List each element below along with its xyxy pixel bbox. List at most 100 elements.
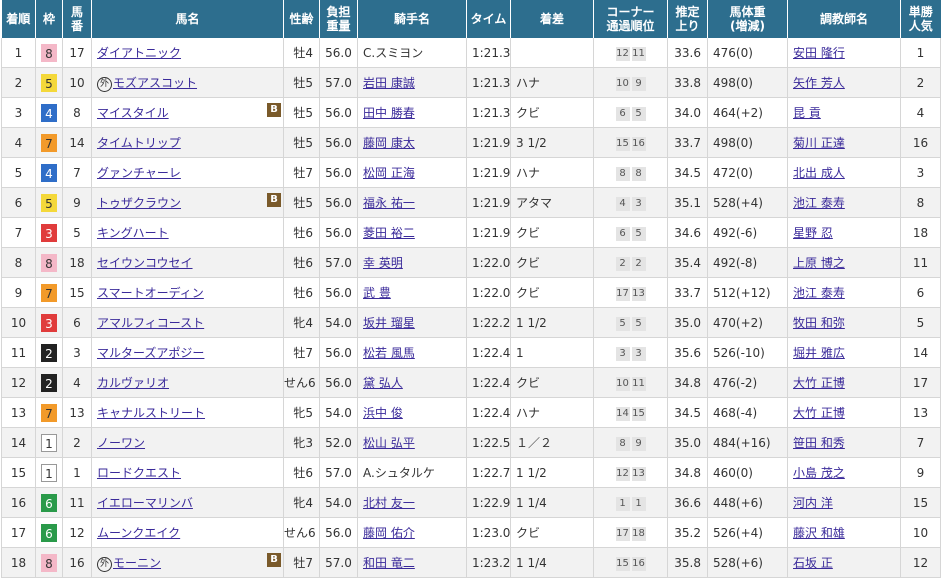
horse-name-link[interactable]: キングハート xyxy=(97,226,169,240)
sex-age-cell: 牡7 xyxy=(283,157,320,188)
header-trainer: 調教師名 xyxy=(787,0,901,38)
trainer-cell: 大竹 正博 xyxy=(787,367,901,398)
trainer-link[interactable]: 藤沢 和雄 xyxy=(793,526,845,540)
trainer-link[interactable]: 北出 成人 xyxy=(793,166,845,180)
race-time: 1:22.0 xyxy=(472,285,511,300)
horse-name-link[interactable]: モズアスコット xyxy=(113,76,197,90)
body-weight: 476(-2) xyxy=(713,375,758,390)
horse-name-link[interactable]: ムーンクエイク xyxy=(97,526,180,540)
corner-position: 10 xyxy=(615,76,630,91)
horse-name-link[interactable]: タイムトリップ xyxy=(97,136,181,150)
jockey-link[interactable]: 菱田 裕二 xyxy=(363,226,415,240)
horse-name-link[interactable]: ロードクエスト xyxy=(97,466,181,480)
horse-name-link[interactable]: モーニン xyxy=(113,556,161,570)
waku-cell: 5 xyxy=(35,67,63,98)
time-cell: 1:21.3 xyxy=(466,67,511,98)
horse-name-link[interactable]: カルヴァリオ xyxy=(97,376,169,390)
trainer-link[interactable]: 池江 泰寿 xyxy=(793,286,845,300)
weight-cell: 56.0 xyxy=(319,187,358,218)
jockey-link[interactable]: 黛 弘人 xyxy=(363,376,403,390)
horse-number-cell: 2 xyxy=(62,427,92,458)
horse-number: 1 xyxy=(73,465,81,480)
horse-name-link[interactable]: スマートオーディン xyxy=(97,286,204,300)
horse-number-cell: 3 xyxy=(62,337,92,368)
finish-margin: アタマ xyxy=(516,196,553,210)
sex-age: 牝5 xyxy=(293,406,313,420)
horse-name-link[interactable]: セイウンコウセイ xyxy=(97,256,193,270)
horse-number: 6 xyxy=(73,315,81,330)
jockey-link[interactable]: 武 豊 xyxy=(363,286,391,300)
trainer-link[interactable]: 星野 忍 xyxy=(793,226,833,240)
body-weight-cell: 476(-2) xyxy=(707,367,788,398)
trainer-cell: 池江 泰寿 xyxy=(787,277,901,308)
margin-cell xyxy=(510,38,594,68)
horse-name-link[interactable]: トゥザクラウン xyxy=(97,196,181,210)
trainer-link[interactable]: 大竹 正博 xyxy=(793,406,845,420)
race-time: 1:22.0 xyxy=(472,255,511,270)
jockey-link[interactable]: 北村 友一 xyxy=(363,496,415,510)
jockey-link[interactable]: 藤岡 康太 xyxy=(363,136,415,150)
time-cell: 1:22.9 xyxy=(466,487,511,518)
jockey-link[interactable]: 浜中 俊 xyxy=(363,406,403,420)
carried-weight: 56.0 xyxy=(325,285,352,300)
horse-name-link[interactable]: マイスタイル xyxy=(97,106,169,120)
horse-name-link[interactable]: グァンチャーレ xyxy=(97,166,181,180)
horse-name-link[interactable]: アマルフィコースト xyxy=(97,316,204,330)
horse-number-cell: 8 xyxy=(62,97,92,128)
trainer-link[interactable]: 矢作 芳人 xyxy=(793,76,845,90)
horse-name-link[interactable]: イエローマリンバ xyxy=(97,496,193,510)
trainer-link[interactable]: 堀井 雅広 xyxy=(793,346,845,360)
last-3f: 35.8 xyxy=(674,555,701,570)
waku-badge: 7 xyxy=(41,283,57,302)
header-label: 負担 xyxy=(326,5,351,19)
corner-position: 8 xyxy=(631,166,646,181)
horse-number: 18 xyxy=(69,255,85,270)
corner-cell: 10 9 xyxy=(593,67,668,98)
rank-value: 12 xyxy=(10,375,27,390)
trainer-link[interactable]: 河内 洋 xyxy=(793,496,833,510)
horse-name-link[interactable]: マルターズアポジー xyxy=(97,346,204,360)
weight-cell: 57.0 xyxy=(319,457,358,488)
sex-age: 牝4 xyxy=(293,316,313,330)
jockey-link[interactable]: 幸 英明 xyxy=(363,256,403,270)
jockey-link[interactable]: 和田 竜二 xyxy=(363,556,415,570)
jockey-link[interactable]: 松若 風馬 xyxy=(363,346,415,360)
trainer-link[interactable]: 大竹 正博 xyxy=(793,376,845,390)
popularity: 13 xyxy=(912,405,929,420)
jockey-link[interactable]: 松山 弘平 xyxy=(363,436,415,450)
race-time: 1:22.2 xyxy=(472,315,511,330)
trainer-link[interactable]: 安田 隆行 xyxy=(793,46,845,60)
race-time: 1:21.9 xyxy=(472,165,511,180)
trainer-link[interactable]: 牧田 和弥 xyxy=(793,316,845,330)
horse-name-link[interactable]: ダイアトニック xyxy=(97,46,181,60)
trainer-link[interactable]: 小島 茂之 xyxy=(793,466,845,480)
waku-cell: 3 xyxy=(35,307,63,338)
trainer-link[interactable]: 笹田 和秀 xyxy=(793,436,845,450)
last3f-cell: 34.0 xyxy=(667,97,708,128)
jockey-link[interactable]: 田中 勝春 xyxy=(363,106,415,120)
weight-cell: 56.0 xyxy=(319,337,358,368)
margin-cell: クビ xyxy=(510,367,594,398)
trainer-cell: 安田 隆行 xyxy=(787,38,901,68)
margin-cell: １／２ xyxy=(510,427,594,458)
jockey-link[interactable]: 松岡 正海 xyxy=(363,166,415,180)
trainer-link[interactable]: 石坂 正 xyxy=(793,556,833,570)
table-row: 5 4 7 グァンチャーレ 牡7 56.0 松岡 正海 1:21.9 ハナ 8 8 34.5 472(0… xyxy=(1,157,941,188)
table-row: 12 2 4 カルヴァリオ せん6 56.0 黛 弘人 1:22.4 クビ 10 11 34.8 476… xyxy=(1,367,941,398)
jockey-link[interactable]: 岩田 康誠 xyxy=(363,76,415,90)
horse-name-cell: セイウンコウセイ xyxy=(91,247,284,278)
jockey-link[interactable]: 福永 祐一 xyxy=(363,196,415,210)
header-horse: 馬名 xyxy=(91,0,284,38)
trainer-link[interactable]: 昆 貢 xyxy=(793,106,821,120)
trainer-link[interactable]: 池江 泰寿 xyxy=(793,196,845,210)
trainer-link[interactable]: 菊川 正達 xyxy=(793,136,845,150)
header-label: 騎手名 xyxy=(393,12,430,26)
rank-cell: 1 xyxy=(1,38,36,68)
horse-name-link[interactable]: キャナルストリート xyxy=(97,406,205,420)
horse-name-link[interactable]: ノーワン xyxy=(97,436,145,450)
jockey-link[interactable]: 藤岡 佑介 xyxy=(363,526,415,540)
rank-cell: 14 xyxy=(1,427,36,458)
rank-cell: 18 xyxy=(1,547,36,578)
trainer-link[interactable]: 上原 博之 xyxy=(793,256,845,270)
jockey-link[interactable]: 坂井 瑠星 xyxy=(363,316,415,330)
